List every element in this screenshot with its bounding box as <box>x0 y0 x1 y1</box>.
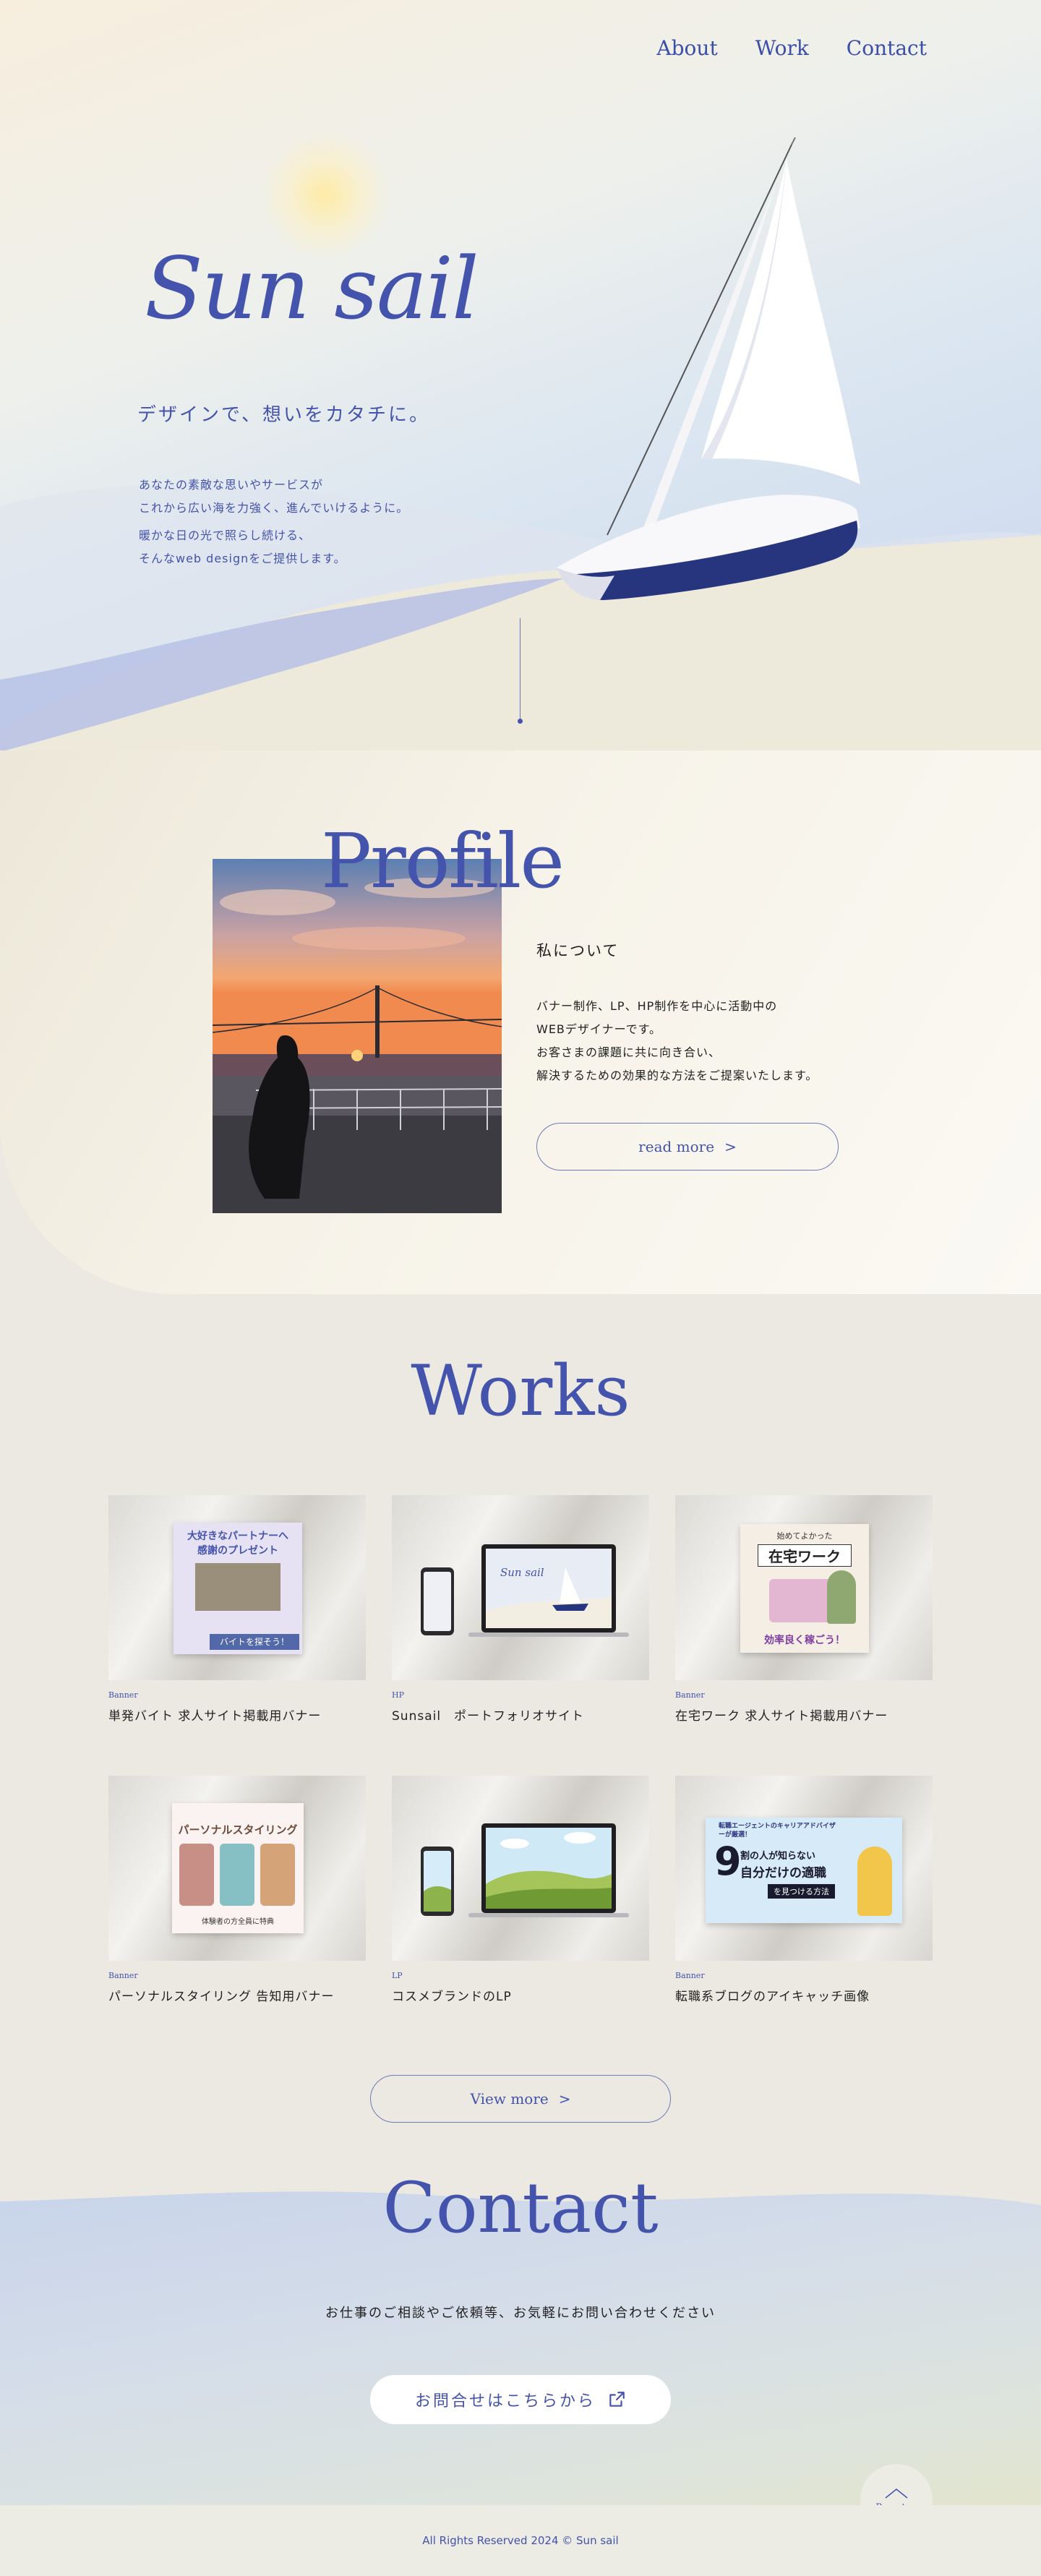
work-card[interactable]: 始めてよかった 在宅ワーク 効率良く稼ごう！ Banner 在宅ワーク 求人サイ… <box>675 1495 933 1724</box>
nav-about-link[interactable]: About <box>656 36 717 60</box>
banner-text: 始めてよかった <box>776 1531 833 1541</box>
work-name: 単発バイト 求人サイト掲載用バナー <box>108 1709 322 1724</box>
contact-button-label: お問合せはこちらから <box>414 2392 596 2410</box>
banner-text: 在宅ワーク <box>758 1544 852 1567</box>
chevron-right-icon: > <box>558 2090 571 2108</box>
work-card[interactable]: LP コスメブランドのLP <box>392 1776 649 2004</box>
work-thumbnail <box>392 1776 649 1961</box>
footer: All Rights Reserved 2024 © Sun sail <box>0 2505 1041 2576</box>
banner-photo <box>220 1844 254 1906</box>
banner-text: 転職エージェントのキャリアアドバイザーが厳選！ <box>719 1823 836 1839</box>
work-category: Banner <box>108 1690 138 1700</box>
banner-photo <box>260 1844 295 1906</box>
hero-desc-line: 暖かな日の光で照らし続ける、 <box>139 529 312 542</box>
scroll-indicator-dot <box>518 719 523 724</box>
work-card[interactable]: パーソナルスタイリング 体験者の方全員に特典 Banner パーソナルスタイリン… <box>108 1776 366 2004</box>
hero-desc-line: そんなweb designをご提供します。 <box>139 552 346 565</box>
about-heading: 私について <box>536 942 620 959</box>
work-category: Banner <box>108 1971 138 1980</box>
banner-mock: パーソナルスタイリング 体験者の方全員に特典 <box>172 1803 304 1933</box>
view-more-label: View more <box>470 2090 549 2108</box>
work-category: Banner <box>675 1690 705 1700</box>
work-thumbnail: 始めてよかった 在宅ワーク 効率良く稼ごう！ <box>675 1495 933 1680</box>
hero-tagline: デザインで、想いをカタチに。 <box>137 404 430 426</box>
work-card[interactable]: Sun sail HP Sunsail ポートフォリオサイト <box>392 1495 649 1724</box>
chevron-right-icon: > <box>724 1138 737 1155</box>
work-thumbnail: 転職エージェントのキャリアアドバイザーが厳選！ 9 割の人が知らない 自分だけの… <box>675 1776 933 1961</box>
banner-big-number: 9 <box>714 1839 742 1884</box>
work-thumbnail: 大好きなパートナーへ 感謝のプレゼント バイトを探そう！ <box>108 1495 366 1680</box>
nav-contact-link[interactable]: Contact <box>847 36 927 60</box>
work-name: Sunsail ポートフォリオサイト <box>392 1709 585 1724</box>
hero-description: あなたの素敵な思いやサービスがこれから広い海を力強く、進んでいけるように。 暖か… <box>139 474 408 575</box>
main-nav: About Work Contact <box>656 36 927 60</box>
read-more-label: read more <box>638 1138 715 1155</box>
work-category: Banner <box>675 1971 705 1980</box>
chevron-up-icon <box>885 2488 908 2499</box>
plant-illustration <box>827 1570 856 1624</box>
banner-photo <box>179 1844 214 1906</box>
work-category: LP <box>392 1971 403 1980</box>
works-title: Works <box>411 1351 630 1432</box>
banner-text: 割の人が知らない <box>740 1851 816 1862</box>
work-name: パーソナルスタイリング 告知用バナー <box>108 1990 335 2004</box>
banner-mock: 始めてよかった 在宅ワーク 効率良く稼ごう！ <box>740 1524 869 1653</box>
banner-text: 効率良く稼ごう！ <box>764 1635 845 1646</box>
work-name: 転職系ブログのアイキャッチ画像 <box>675 1990 870 2004</box>
hero-desc-line: あなたの素敵な思いやサービスが <box>139 478 324 492</box>
banner-text: 自分だけの適職 <box>740 1866 826 1880</box>
banner-text: 体験者の方全員に特典 <box>202 1918 274 1926</box>
about-line: 解決するための効果的な方法をご提案いたします。 <box>536 1069 818 1082</box>
about-line: WEBデザイナーです。 <box>536 1022 662 1036</box>
mock-logo-text: Sun sail <box>500 1566 544 1579</box>
profile-title: Profile <box>321 817 565 905</box>
person-illustration <box>857 1847 892 1916</box>
read-more-button[interactable]: read more > <box>536 1123 839 1171</box>
banner-mock: 転職エージェントのキャリアアドバイザーが厳選！ 9 割の人が知らない 自分だけの… <box>706 1818 902 1923</box>
view-more-button[interactable]: View more > <box>370 2075 671 2123</box>
work-category: HP <box>392 1690 404 1700</box>
work-thumbnail: Sun sail <box>392 1495 649 1680</box>
work-card[interactable]: 転職エージェントのキャリアアドバイザーが厳選！ 9 割の人が知らない 自分だけの… <box>675 1776 933 2004</box>
work-name: コスメブランドのLP <box>392 1990 512 2004</box>
work-name: 在宅ワーク 求人サイト掲載用バナー <box>675 1709 888 1724</box>
hero-section: About Work Contact Sun sail デザインで、想いをカタチ… <box>0 0 1041 752</box>
contact-text: お仕事のご相談やご依頼等、お気軽にお問い合わせください <box>325 2306 716 2321</box>
banner-photo <box>195 1563 280 1611</box>
device-mockup: Sun sail <box>421 1544 629 1637</box>
profile-section: Profile 私について バナー制作、LP、HP制作を中心に活動中の WEBデ… <box>0 750 1041 1294</box>
banner-text: パーソナルスタイリング <box>178 1823 298 1836</box>
banner-cta: バイトを探そう！ <box>210 1634 299 1650</box>
banner-illustration <box>769 1579 834 1622</box>
work-card[interactable]: 大好きなパートナーへ 感謝のプレゼント バイトを探そう！ Banner 単発バイ… <box>108 1495 366 1724</box>
hero-desc-line: これから広い海を力強く、進んでいけるように。 <box>139 501 409 515</box>
banner-text: 大好きなパートナーへ <box>187 1531 288 1542</box>
nav-work-link[interactable]: Work <box>755 36 809 60</box>
site-logo: Sun sail <box>145 239 479 338</box>
about-text: バナー制作、LP、HP制作を中心に活動中の WEBデザイナーです。 お客さまの課… <box>536 995 818 1087</box>
copyright-text: All Rights Reserved 2024 © Sun sail <box>422 2534 619 2547</box>
banner-text: を見つける方法 <box>768 1884 835 1899</box>
profile-photo <box>213 859 502 1213</box>
about-line: バナー制作、LP、HP制作を中心に活動中の <box>536 999 778 1013</box>
banner-mock: 大好きなパートナーへ 感謝のプレゼント バイトを探そう！ <box>174 1523 302 1654</box>
contact-button[interactable]: お問合せはこちらから <box>370 2375 671 2424</box>
about-line: お客さまの課題に共に向き合い、 <box>536 1045 721 1059</box>
work-thumbnail: パーソナルスタイリング 体験者の方全員に特典 <box>108 1776 366 1961</box>
contact-title: Contact <box>382 2168 659 2248</box>
sailboat-illustration <box>557 137 860 600</box>
profile-photo-sunset <box>213 859 502 1213</box>
external-link-icon <box>609 2392 625 2407</box>
device-mockup <box>421 1823 629 1917</box>
banner-text: 感謝のプレゼント <box>197 1545 278 1557</box>
hero-waves <box>0 484 1041 752</box>
